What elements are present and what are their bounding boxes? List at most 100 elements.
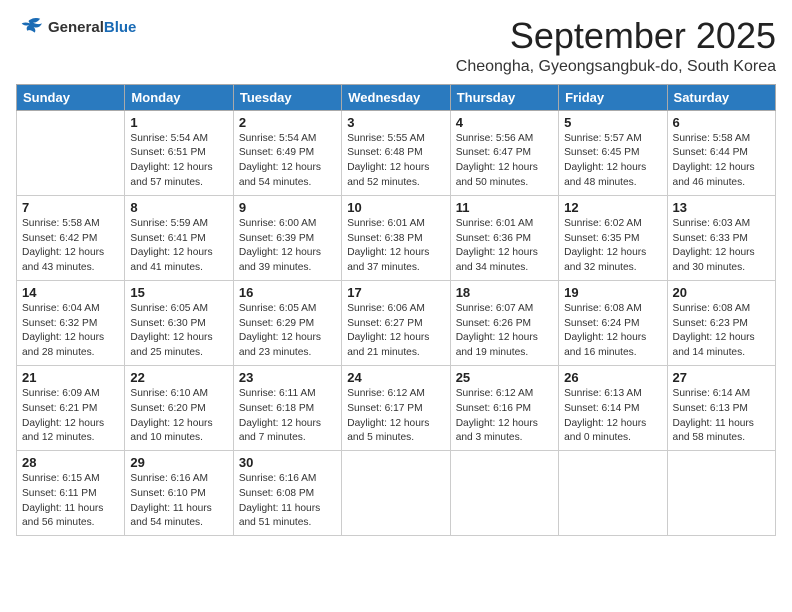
- day-number: 24: [347, 370, 444, 385]
- day-info: Sunrise: 6:11 AM Sunset: 6:18 PM Dayligh…: [239, 387, 336, 446]
- calendar-cell: 23 Sunrise: 6:11 AM Sunset: 6:18 PM Dayli…: [233, 365, 341, 450]
- day-info: Sunrise: 6:12 AM Sunset: 6:17 PM Dayligh…: [347, 387, 444, 446]
- day-number: 28: [22, 455, 119, 470]
- day-info: Sunrise: 6:03 AM Sunset: 6:33 PM Dayligh…: [673, 217, 770, 276]
- col-header-monday: Monday: [125, 84, 233, 110]
- day-number: 29: [130, 455, 227, 470]
- calendar-table: SundayMondayTuesdayWednesdayThursdayFrid…: [16, 84, 776, 537]
- day-number: 7: [22, 200, 119, 215]
- calendar-cell: 7 Sunrise: 5:58 AM Sunset: 6:42 PM Daylig…: [17, 195, 125, 280]
- calendar-cell: 16 Sunrise: 6:05 AM Sunset: 6:29 PM Dayli…: [233, 280, 341, 365]
- logo-blue-text: Blue: [104, 19, 137, 36]
- calendar-cell: 20 Sunrise: 6:08 AM Sunset: 6:23 PM Dayli…: [667, 280, 775, 365]
- calendar-cell: [559, 451, 667, 536]
- logo-general-text: General: [48, 19, 104, 36]
- calendar-cell: 30Sunrise: 6:16 AM Sunset: 6:08 PM Dayli…: [233, 451, 341, 536]
- day-info: Sunrise: 6:12 AM Sunset: 6:16 PM Dayligh…: [456, 387, 553, 446]
- day-number: 22: [130, 370, 227, 385]
- calendar-cell: 25 Sunrise: 6:12 AM Sunset: 6:16 PM Dayli…: [450, 365, 558, 450]
- day-info: Sunrise: 6:10 AM Sunset: 6:20 PM Dayligh…: [130, 387, 227, 446]
- day-info: Sunrise: 6:01 AM Sunset: 6:36 PM Dayligh…: [456, 217, 553, 276]
- calendar-cell: 6 Sunrise: 5:58 AM Sunset: 6:44 PM Daylig…: [667, 110, 775, 195]
- calendar-cell: [450, 451, 558, 536]
- day-number: 11: [456, 200, 553, 215]
- calendar-cell: 1 Sunrise: 5:54 AM Sunset: 6:51 PM Daylig…: [125, 110, 233, 195]
- day-info: Sunrise: 6:09 AM Sunset: 6:21 PM Dayligh…: [22, 387, 119, 446]
- calendar-cell: 11 Sunrise: 6:01 AM Sunset: 6:36 PM Dayli…: [450, 195, 558, 280]
- day-number: 14: [22, 285, 119, 300]
- day-number: 21: [22, 370, 119, 385]
- month-title: September 2025: [456, 16, 776, 56]
- day-number: 26: [564, 370, 661, 385]
- calendar-cell: 4 Sunrise: 5:56 AM Sunset: 6:47 PM Daylig…: [450, 110, 558, 195]
- day-number: 16: [239, 285, 336, 300]
- day-info: Sunrise: 6:15 AM Sunset: 6:11 PM Dayligh…: [22, 472, 119, 531]
- day-info: Sunrise: 5:58 AM Sunset: 6:42 PM Dayligh…: [22, 217, 119, 276]
- logo: GeneralBlue: [16, 16, 136, 40]
- day-number: 19: [564, 285, 661, 300]
- page-header: GeneralBlue September 2025 Cheongha, Gye…: [16, 16, 776, 76]
- calendar-cell: 17 Sunrise: 6:06 AM Sunset: 6:27 PM Dayli…: [342, 280, 450, 365]
- calendar-week-row: 7 Sunrise: 5:58 AM Sunset: 6:42 PM Daylig…: [17, 195, 776, 280]
- day-number: 5: [564, 115, 661, 130]
- col-header-friday: Friday: [559, 84, 667, 110]
- day-info: Sunrise: 5:54 AM Sunset: 6:51 PM Dayligh…: [130, 132, 227, 191]
- day-info: Sunrise: 6:05 AM Sunset: 6:30 PM Dayligh…: [130, 302, 227, 361]
- calendar-cell: 26 Sunrise: 6:13 AM Sunset: 6:14 PM Dayli…: [559, 365, 667, 450]
- day-number: 18: [456, 285, 553, 300]
- day-info: Sunrise: 6:05 AM Sunset: 6:29 PM Dayligh…: [239, 302, 336, 361]
- day-number: 27: [673, 370, 770, 385]
- day-info: Sunrise: 6:06 AM Sunset: 6:27 PM Dayligh…: [347, 302, 444, 361]
- logo-icon: [16, 16, 44, 40]
- calendar-cell: 18 Sunrise: 6:07 AM Sunset: 6:26 PM Dayli…: [450, 280, 558, 365]
- day-info: Sunrise: 5:54 AM Sunset: 6:49 PM Dayligh…: [239, 132, 336, 191]
- day-info: Sunrise: 6:02 AM Sunset: 6:35 PM Dayligh…: [564, 217, 661, 276]
- col-header-tuesday: Tuesday: [233, 84, 341, 110]
- calendar-cell: 5 Sunrise: 5:57 AM Sunset: 6:45 PM Daylig…: [559, 110, 667, 195]
- day-number: 8: [130, 200, 227, 215]
- day-info: Sunrise: 5:58 AM Sunset: 6:44 PM Dayligh…: [673, 132, 770, 191]
- calendar-cell: 9Sunrise: 6:00 AM Sunset: 6:39 PM Daylig…: [233, 195, 341, 280]
- day-info: Sunrise: 6:01 AM Sunset: 6:38 PM Dayligh…: [347, 217, 444, 276]
- calendar-cell: 27Sunrise: 6:14 AM Sunset: 6:13 PM Dayli…: [667, 365, 775, 450]
- calendar-cell: 21 Sunrise: 6:09 AM Sunset: 6:21 PM Dayli…: [17, 365, 125, 450]
- day-number: 12: [564, 200, 661, 215]
- day-number: 4: [456, 115, 553, 130]
- calendar-cell: 15Sunrise: 6:05 AM Sunset: 6:30 PM Dayli…: [125, 280, 233, 365]
- calendar-cell: 24 Sunrise: 6:12 AM Sunset: 6:17 PM Dayli…: [342, 365, 450, 450]
- col-header-saturday: Saturday: [667, 84, 775, 110]
- calendar-cell: 2 Sunrise: 5:54 AM Sunset: 6:49 PM Daylig…: [233, 110, 341, 195]
- day-number: 13: [673, 200, 770, 215]
- day-info: Sunrise: 6:13 AM Sunset: 6:14 PM Dayligh…: [564, 387, 661, 446]
- day-info: Sunrise: 5:56 AM Sunset: 6:47 PM Dayligh…: [456, 132, 553, 191]
- day-info: Sunrise: 6:16 AM Sunset: 6:10 PM Dayligh…: [130, 472, 227, 531]
- day-number: 20: [673, 285, 770, 300]
- day-number: 10: [347, 200, 444, 215]
- day-info: Sunrise: 6:08 AM Sunset: 6:24 PM Dayligh…: [564, 302, 661, 361]
- day-number: 6: [673, 115, 770, 130]
- calendar-cell: 19 Sunrise: 6:08 AM Sunset: 6:24 PM Dayli…: [559, 280, 667, 365]
- day-info: Sunrise: 5:57 AM Sunset: 6:45 PM Dayligh…: [564, 132, 661, 191]
- location-subtitle: Cheongha, Gyeongsangbuk-do, South Korea: [456, 58, 776, 76]
- day-info: Sunrise: 6:16 AM Sunset: 6:08 PM Dayligh…: [239, 472, 336, 531]
- day-info: Sunrise: 6:08 AM Sunset: 6:23 PM Dayligh…: [673, 302, 770, 361]
- day-number: 1: [130, 115, 227, 130]
- day-info: Sunrise: 6:00 AM Sunset: 6:39 PM Dayligh…: [239, 217, 336, 276]
- calendar-cell: 29 Sunrise: 6:16 AM Sunset: 6:10 PM Dayli…: [125, 451, 233, 536]
- day-number: 25: [456, 370, 553, 385]
- calendar-week-row: 28 Sunrise: 6:15 AM Sunset: 6:11 PM Dayli…: [17, 451, 776, 536]
- calendar-cell: [667, 451, 775, 536]
- calendar-week-row: 21 Sunrise: 6:09 AM Sunset: 6:21 PM Dayli…: [17, 365, 776, 450]
- calendar-cell: 28 Sunrise: 6:15 AM Sunset: 6:11 PM Dayli…: [17, 451, 125, 536]
- day-info: Sunrise: 5:59 AM Sunset: 6:41 PM Dayligh…: [130, 217, 227, 276]
- calendar-cell: [342, 451, 450, 536]
- calendar-header-row: SundayMondayTuesdayWednesdayThursdayFrid…: [17, 84, 776, 110]
- calendar-cell: 12 Sunrise: 6:02 AM Sunset: 6:35 PM Dayli…: [559, 195, 667, 280]
- title-block: September 2025 Cheongha, Gyeongsangbuk-d…: [456, 16, 776, 76]
- calendar-cell: 14Sunrise: 6:04 AM Sunset: 6:32 PM Dayli…: [17, 280, 125, 365]
- day-number: 23: [239, 370, 336, 385]
- day-info: Sunrise: 6:07 AM Sunset: 6:26 PM Dayligh…: [456, 302, 553, 361]
- day-number: 3: [347, 115, 444, 130]
- day-number: 2: [239, 115, 336, 130]
- day-number: 17: [347, 285, 444, 300]
